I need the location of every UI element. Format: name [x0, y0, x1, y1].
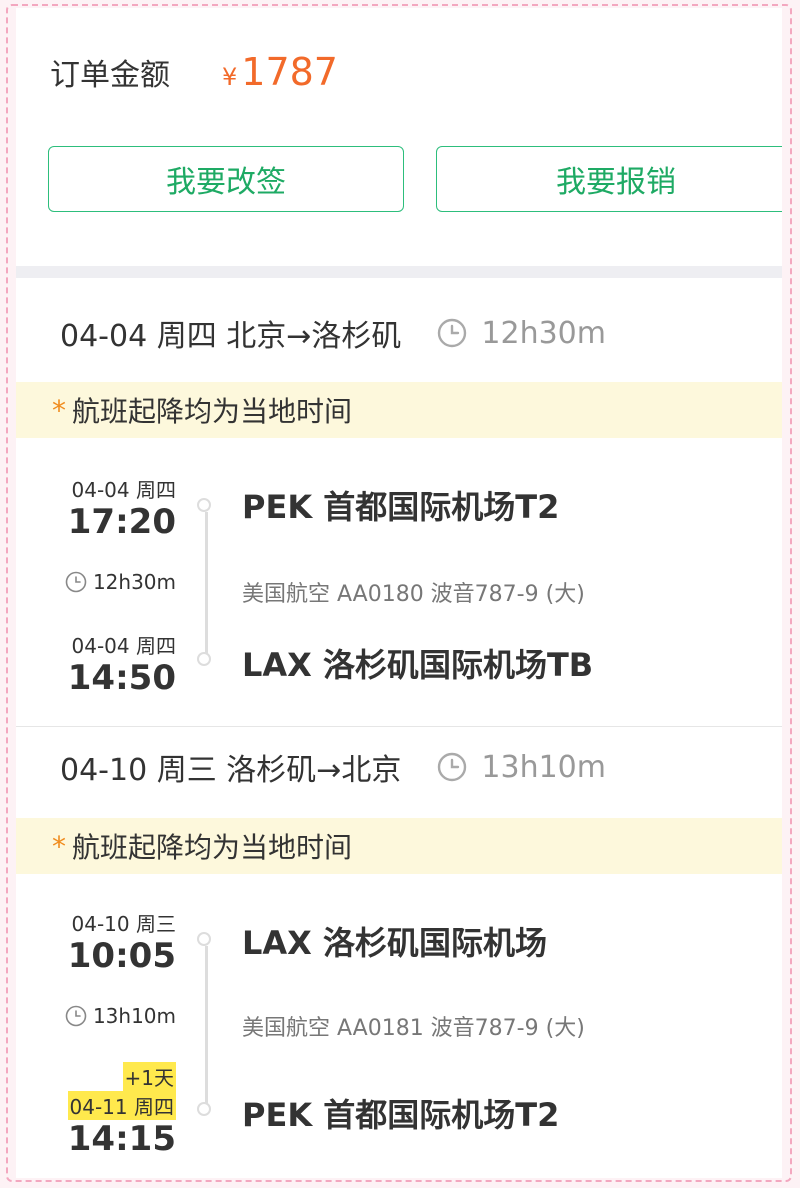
flight-duration: 13h10m [16, 1004, 176, 1028]
segment-duration-text: 12h30m [481, 315, 606, 351]
rebook-button[interactable]: 我要改签 [48, 146, 404, 212]
arrival-date: 04-11 周四 [67, 1091, 176, 1120]
segment-divider [16, 726, 782, 727]
local-time-notice: * 航班起降均为当地时间 [16, 382, 782, 438]
departure-airport: LAX 洛杉矶国际机场 [242, 924, 547, 962]
departure-airport: PEK 首都国际机场T2 [242, 488, 560, 526]
departure-date: 04-10 周三 [71, 912, 176, 936]
order-amount-row: 订单金额 ¥ 1787 [50, 42, 338, 102]
segment-duration: 13h10m [437, 750, 606, 785]
notice-text: 航班起降均为当地时间 [72, 395, 353, 428]
flight-info: 美国航空 AA0181 波音787-9 (大) [242, 1016, 585, 1041]
notice-star: * [52, 829, 66, 863]
arrival-date: 04-04 周四 [71, 634, 176, 658]
flight-duration-text: 13h10m [92, 1004, 176, 1028]
arrival-time: 14:15 [67, 1119, 176, 1159]
clock-icon [65, 571, 87, 593]
segment-duration: 12h30m [437, 316, 606, 351]
arrival-dot [197, 652, 211, 666]
arrival-dot [197, 1102, 211, 1116]
local-time-notice: * 航班起降均为当地时间 [16, 818, 782, 874]
clock-icon [438, 318, 467, 348]
clock-icon [438, 752, 467, 782]
reimburse-button[interactable]: 我要报销 [436, 146, 782, 212]
departure-time: 17:20 [67, 502, 176, 542]
currency-symbol: ¥ [222, 63, 238, 91]
arrival-time: 14:50 [67, 658, 176, 698]
segment-route: 04-04 周四 北京→洛杉矶 [60, 319, 402, 354]
day-offset-badge: +1天 [122, 1062, 176, 1091]
departure-dot [197, 498, 211, 512]
order-amount-label: 订单金额 [50, 58, 170, 93]
arrival-airport: PEK 首都国际机场T2 [242, 1096, 560, 1134]
arrival-time-block: 04-04 周四 14:50 [16, 630, 176, 697]
departure-date: 04-04 周四 [71, 478, 176, 502]
arrival-time-block: +1天 04-11 周四 14:15 [16, 1062, 176, 1158]
notice-star: * [52, 393, 66, 427]
arrival-airport: LAX 洛杉矶国际机场TB [242, 646, 594, 684]
departure-dot [197, 932, 211, 946]
departure-time-block: 04-10 周三 10:05 [16, 908, 176, 975]
clock-icon [65, 1005, 87, 1027]
segment-route: 04-10 周三 洛杉矶→北京 [60, 753, 402, 788]
departure-time: 10:05 [67, 936, 176, 976]
order-amount-value: ¥ 1787 [222, 50, 338, 94]
section-divider [16, 266, 782, 278]
segment-header: 04-04 周四 北京→洛杉矶 12h30m [60, 308, 606, 358]
route-line [205, 946, 208, 1112]
notice-text: 航班起降均为当地时间 [72, 831, 353, 864]
flight-info: 美国航空 AA0180 波音787-9 (大) [242, 582, 585, 607]
segment-header: 04-10 周三 洛杉矶→北京 13h10m [60, 742, 606, 792]
flight-duration: 12h30m [16, 570, 176, 594]
order-amount-number: 1787 [241, 50, 338, 94]
departure-time-block: 04-04 周四 17:20 [16, 474, 176, 541]
route-line [205, 512, 208, 656]
order-card: 订单金额 ¥ 1787 我要改签 我要报销 04-04 周四 北京→洛杉矶 12… [16, 8, 782, 1178]
segment-duration-text: 13h10m [481, 749, 606, 785]
flight-duration-text: 12h30m [92, 570, 176, 594]
